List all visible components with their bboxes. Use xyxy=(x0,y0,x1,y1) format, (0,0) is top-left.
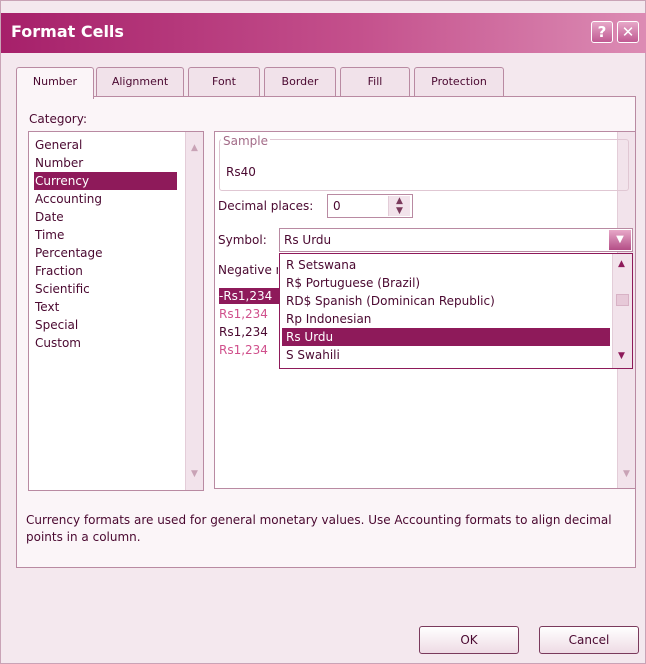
scroll-up-icon[interactable]: ▲ xyxy=(188,142,201,155)
category-item-accounting[interactable]: Accounting xyxy=(34,190,174,208)
category-item-percentage[interactable]: Percentage xyxy=(34,244,174,262)
sample-legend: Sample xyxy=(221,134,270,148)
category-label: Category: xyxy=(29,112,87,126)
category-item-custom[interactable]: Custom xyxy=(34,334,174,352)
sample-group xyxy=(219,139,629,191)
sample-value: Rs40 xyxy=(226,165,256,179)
tab-border[interactable]: Border xyxy=(264,67,336,97)
decimal-places-label: Decimal places: xyxy=(218,199,314,213)
symbol-dropdown-list[interactable]: R Setswana R$ Portuguese (Brazil) RD$ Sp… xyxy=(279,253,633,369)
category-item-time[interactable]: Time xyxy=(34,226,174,244)
scroll-down-icon[interactable]: ▼ xyxy=(615,350,628,363)
category-item-number[interactable]: Number xyxy=(34,154,174,172)
tab-number[interactable]: Number xyxy=(16,67,94,99)
scroll-down-icon[interactable]: ▼ xyxy=(620,468,633,481)
title-bar[interactable]: Format Cells ? ✕ xyxy=(1,13,646,53)
close-icon[interactable]: ✕ xyxy=(617,21,639,43)
tab-font[interactable]: Font xyxy=(188,67,260,97)
symbol-select[interactable]: Rs Urdu xyxy=(279,228,633,252)
format-cells-dialog: Format Cells ? ✕ Number Alignment Font B… xyxy=(0,0,646,664)
symbol-option[interactable]: R Setswana xyxy=(282,256,610,274)
symbol-option[interactable]: S Swahili xyxy=(282,346,610,364)
tab-protection[interactable]: Protection xyxy=(414,67,504,97)
category-list[interactable]: General Number Currency Accounting Date … xyxy=(28,131,204,491)
scroll-up-icon[interactable]: ▲ xyxy=(615,258,628,271)
category-item-date[interactable]: Date xyxy=(34,208,174,226)
decimal-places-spinner[interactable]: ▲ ▼ xyxy=(388,196,410,216)
negative-numbers-label: Negative numbers: xyxy=(218,263,278,277)
help-icon[interactable]: ? xyxy=(591,21,613,43)
dropdown-scrollbar[interactable]: ▲ ▼ xyxy=(612,254,632,368)
symbol-option[interactable]: RD$ Spanish (Dominican Republic) xyxy=(282,292,610,310)
tab-alignment[interactable]: Alignment xyxy=(96,67,184,97)
symbol-option-selected[interactable]: Rs Urdu xyxy=(282,328,610,346)
symbol-option[interactable]: Rp Indonesian xyxy=(282,310,610,328)
chevron-down-icon[interactable]: ▼ xyxy=(609,230,631,250)
category-item-currency[interactable]: Currency xyxy=(34,172,177,190)
scroll-down-icon[interactable]: ▼ xyxy=(188,468,201,481)
format-description: Currency formats are used for general mo… xyxy=(26,513,612,544)
category-item-text[interactable]: Text xyxy=(34,298,174,316)
category-item-scientific[interactable]: Scientific xyxy=(34,280,174,298)
symbol-option[interactable]: R$ Portuguese (Brazil) xyxy=(282,274,610,292)
tab-fill[interactable]: Fill xyxy=(340,67,410,97)
category-item-general[interactable]: General xyxy=(34,136,174,154)
category-item-fraction[interactable]: Fraction xyxy=(34,262,174,280)
category-scrollbar[interactable]: ▲ ▼ xyxy=(185,132,203,490)
scroll-thumb[interactable] xyxy=(616,294,629,306)
cancel-button[interactable]: Cancel xyxy=(539,626,639,654)
ok-button[interactable]: OK xyxy=(419,626,519,654)
dialog-title: Format Cells xyxy=(11,22,124,41)
category-item-special[interactable]: Special xyxy=(34,316,174,334)
symbol-label: Symbol: xyxy=(218,233,267,247)
